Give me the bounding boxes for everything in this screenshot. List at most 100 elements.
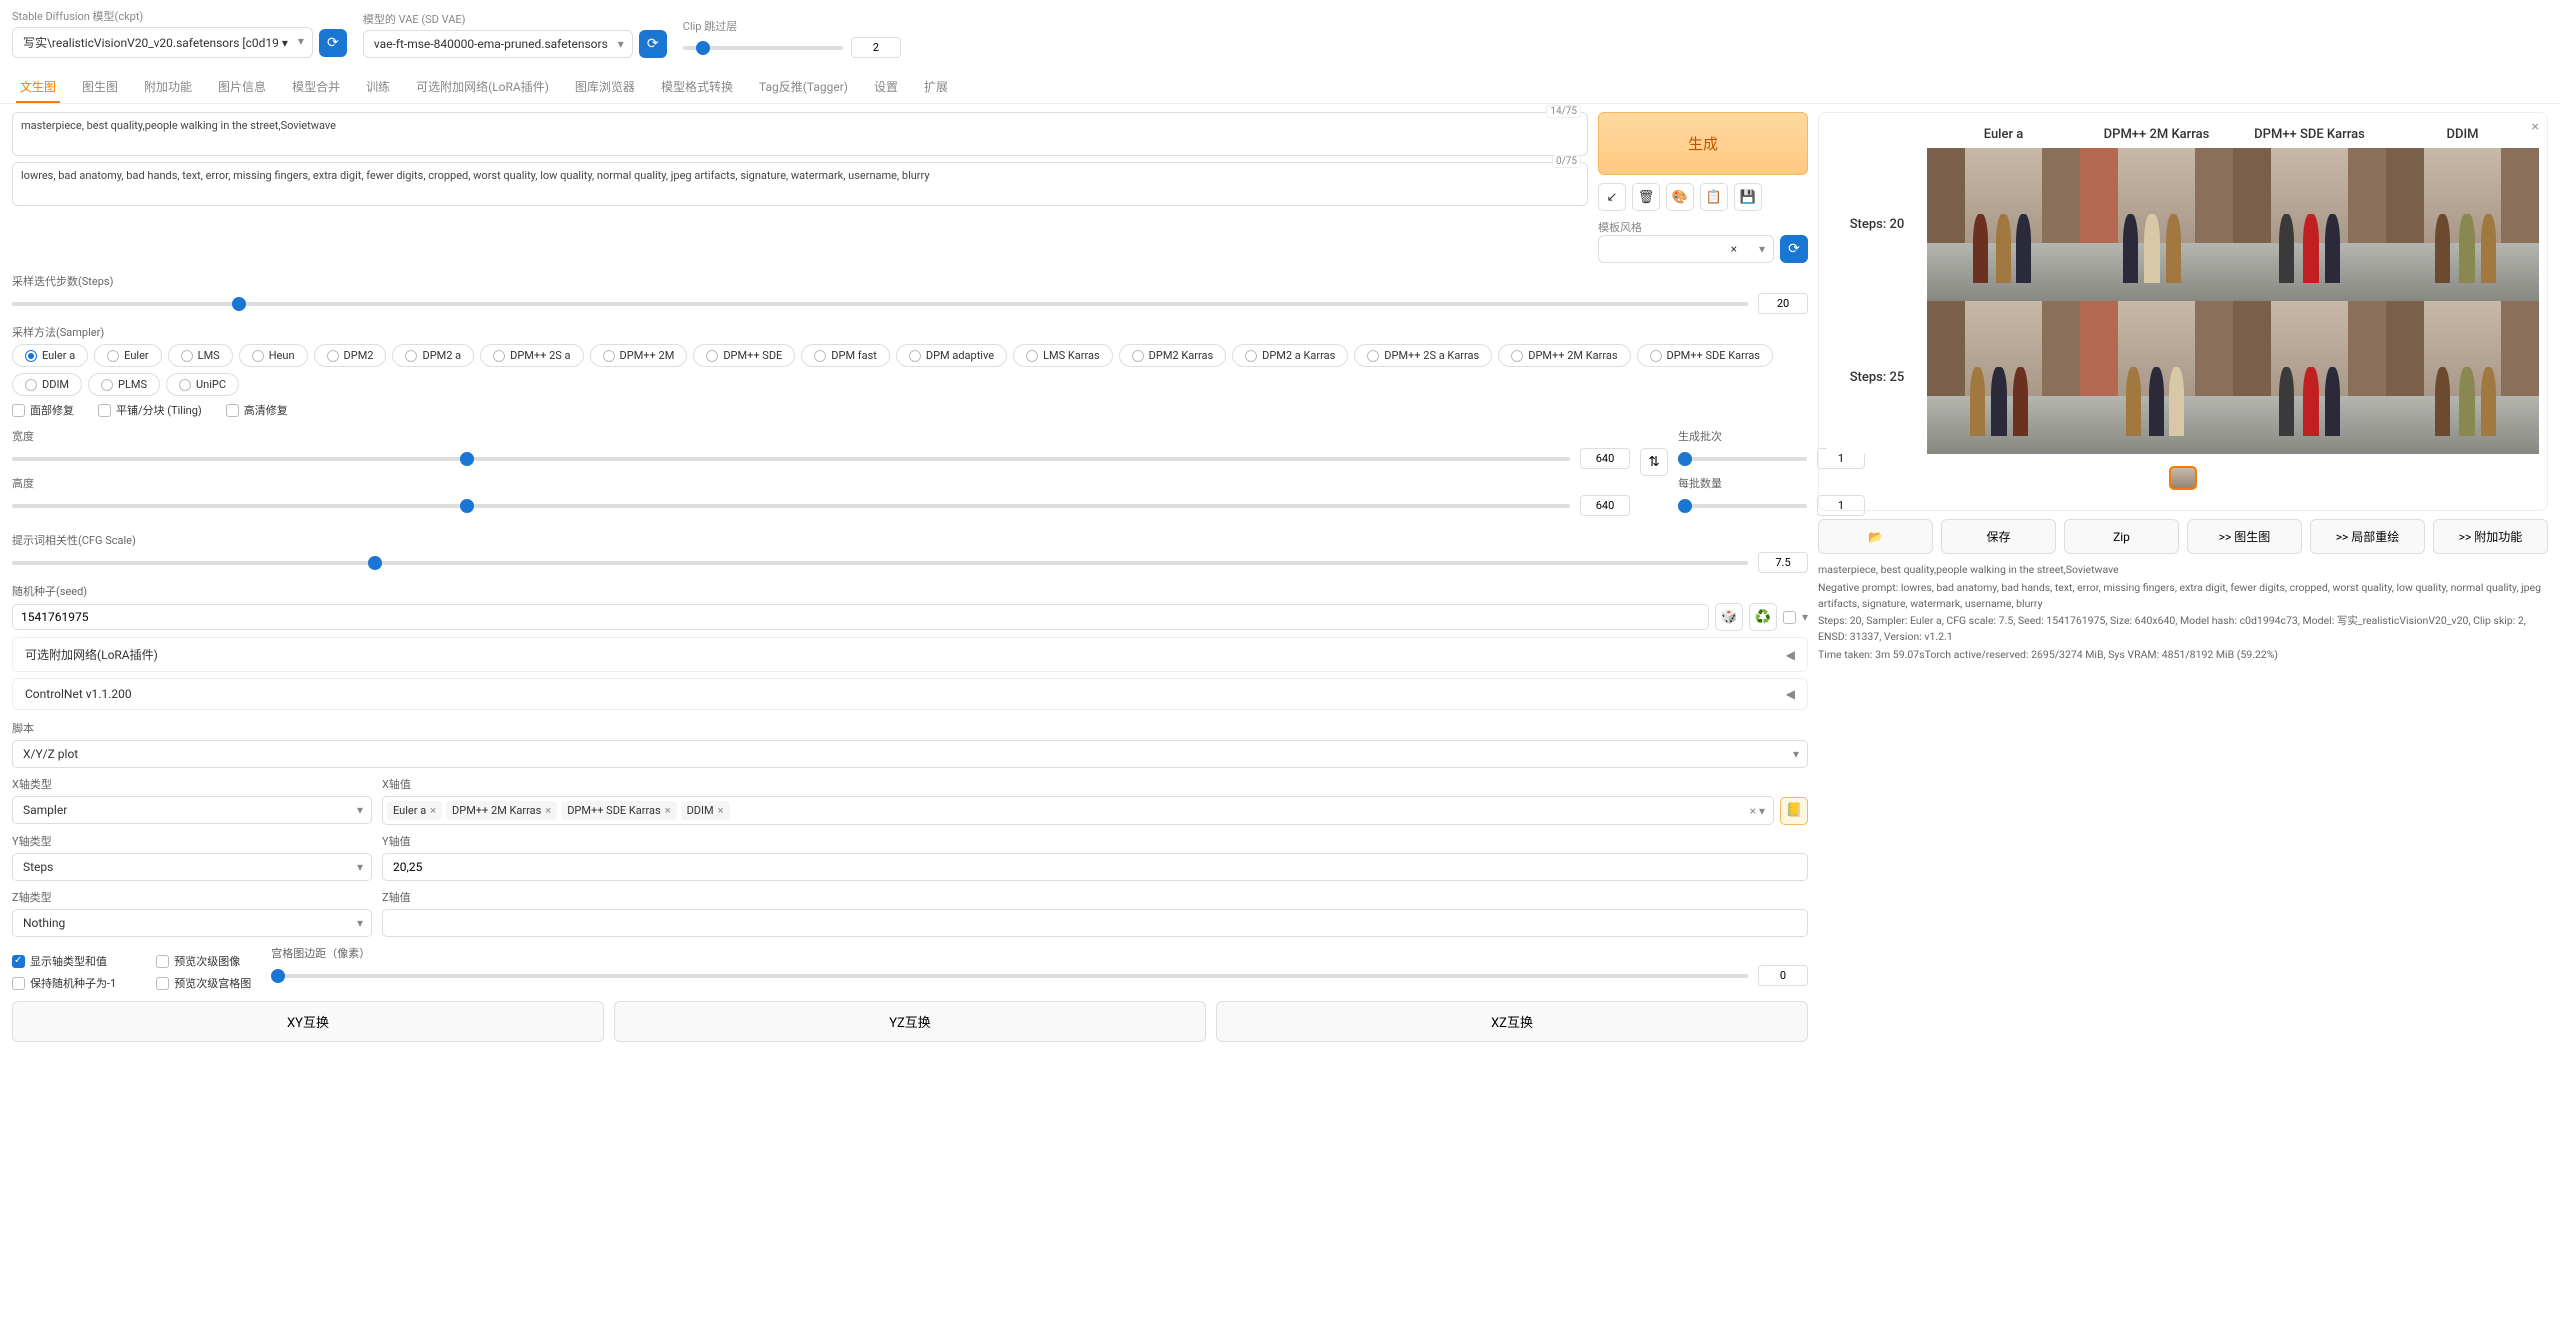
tab-convert[interactable]: 模型格式转换: [657, 72, 737, 103]
show-axes-checkbox[interactable]: [12, 955, 25, 968]
margin-input[interactable]: [1758, 965, 1808, 986]
clip-skip-input[interactable]: [851, 37, 901, 58]
tab-train[interactable]: 训练: [362, 72, 394, 103]
prompt-negative-text[interactable]: lowres, bad anatomy, bad hands, text, er…: [21, 169, 1579, 182]
x-value-tag[interactable]: DPM++ 2M Karras ×: [446, 801, 557, 820]
generated-image[interactable]: [2080, 148, 2233, 301]
script-select[interactable]: X/Y/Z plot: [12, 740, 1808, 768]
seed-input[interactable]: [12, 604, 1709, 630]
output-thumbnail[interactable]: [2169, 466, 2197, 490]
tab-tagger[interactable]: Tag反推(Tagger): [755, 72, 852, 103]
close-icon[interactable]: ×: [2532, 119, 2539, 135]
ckpt-select[interactable]: 写实\realisticVisionV20_v20.safetensors [c…: [12, 27, 313, 58]
swap-dims-button[interactable]: ⇅: [1640, 448, 1668, 476]
z-type-select[interactable]: Nothing: [12, 909, 372, 937]
book-button[interactable]: 📒: [1780, 797, 1808, 825]
generated-image[interactable]: [2233, 301, 2386, 454]
x-value-tag[interactable]: Euler a ×: [387, 801, 442, 820]
sampler-option[interactable]: DPM2: [314, 344, 387, 367]
save-button[interactable]: 保存: [1941, 519, 2056, 554]
vae-select[interactable]: vae-ft-mse-840000-ema-pruned.safetensors: [363, 30, 633, 58]
save-style-icon[interactable]: 💾: [1734, 183, 1762, 211]
generated-image[interactable]: [1927, 148, 2080, 301]
sampler-option[interactable]: DPM++ 2S a: [480, 344, 583, 367]
tab-gallery[interactable]: 图库浏览器: [571, 72, 639, 103]
tab-extras[interactable]: 附加功能: [140, 72, 196, 103]
sampler-option[interactable]: Euler a: [12, 344, 88, 367]
style-refresh-button[interactable]: ⟳: [1780, 235, 1808, 263]
sampler-option[interactable]: DPM adaptive: [896, 344, 1007, 367]
sampler-option[interactable]: LMS: [168, 344, 233, 367]
width-slider[interactable]: [12, 457, 1570, 461]
cfg-slider[interactable]: [12, 561, 1748, 565]
prompt-positive-text[interactable]: masterpiece, best quality,people walking…: [21, 119, 1579, 132]
x-value-tag[interactable]: DDIM ×: [681, 801, 730, 820]
generated-image[interactable]: [2386, 301, 2539, 454]
x-type-select[interactable]: Sampler: [12, 796, 372, 824]
clip-skip-slider[interactable]: [683, 46, 843, 50]
x-val-tags[interactable]: Euler a ×DPM++ 2M Karras ×DPM++ SDE Karr…: [382, 796, 1774, 825]
y-val-input[interactable]: [382, 853, 1808, 881]
steps-input[interactable]: [1758, 293, 1808, 314]
sampler-option[interactable]: DPM++ SDE Karras: [1637, 344, 1774, 367]
batch-count-slider[interactable]: [1678, 457, 1807, 461]
xy-swap-button[interactable]: XY互换: [12, 1001, 604, 1042]
palette-icon[interactable]: 🎨: [1666, 183, 1694, 211]
sampler-option[interactable]: Euler: [94, 344, 161, 367]
tab-merge[interactable]: 模型合并: [288, 72, 344, 103]
generated-image[interactable]: [2080, 301, 2233, 454]
tab-settings[interactable]: 设置: [870, 72, 902, 103]
sampler-option[interactable]: DPM++ 2M: [590, 344, 688, 367]
sampler-option[interactable]: DDIM: [12, 373, 82, 396]
batch-size-slider[interactable]: [1678, 504, 1807, 508]
sampler-option[interactable]: DPM++ 2S a Karras: [1354, 344, 1492, 367]
open-folder-button[interactable]: 📂: [1818, 519, 1933, 554]
face-restore-checkbox[interactable]: [12, 404, 25, 417]
cfg-input[interactable]: [1758, 552, 1808, 573]
yz-swap-button[interactable]: YZ互换: [614, 1001, 1206, 1042]
send-inpaint-button[interactable]: >> 局部重绘: [2310, 519, 2425, 554]
send-img2img-button[interactable]: >> 图生图: [2187, 519, 2302, 554]
style-select[interactable]: ×: [1598, 235, 1774, 263]
generated-image[interactable]: [1927, 301, 2080, 454]
trash-icon[interactable]: 🗑: [1632, 183, 1660, 211]
clipboard-icon[interactable]: 📋: [1700, 183, 1728, 211]
sampler-option[interactable]: PLMS: [88, 373, 160, 396]
vae-refresh-button[interactable]: ⟳: [639, 30, 667, 58]
tab-img2img[interactable]: 图生图: [78, 72, 122, 103]
keep-seed-checkbox[interactable]: [12, 977, 25, 990]
generate-button[interactable]: 生成: [1598, 112, 1808, 175]
steps-slider[interactable]: [12, 302, 1748, 306]
recycle-button[interactable]: ♻️: [1749, 603, 1777, 631]
generated-image[interactable]: [2386, 148, 2539, 301]
sampler-option[interactable]: LMS Karras: [1013, 344, 1113, 367]
tiling-checkbox[interactable]: [98, 404, 111, 417]
ckpt-refresh-button[interactable]: ⟳: [319, 29, 347, 57]
x-value-tag[interactable]: DPM++ SDE Karras ×: [561, 801, 676, 820]
height-input[interactable]: [1580, 495, 1630, 516]
z-val-input[interactable]: [382, 909, 1808, 937]
sampler-option[interactable]: DPM fast: [801, 344, 890, 367]
tab-extensions[interactable]: 扩展: [920, 72, 952, 103]
tab-txt2img[interactable]: 文生图: [16, 72, 60, 103]
sampler-option[interactable]: DPM2 a Karras: [1232, 344, 1348, 367]
sampler-option[interactable]: DPM2 a: [392, 344, 474, 367]
seed-extra-checkbox[interactable]: [1783, 611, 1796, 624]
x-clear-icon[interactable]: × ▾: [1750, 804, 1769, 818]
sampler-option[interactable]: DPM++ 2M Karras: [1498, 344, 1630, 367]
sampler-option[interactable]: DPM++ SDE: [693, 344, 795, 367]
lora-accordion[interactable]: 可选附加网络(LoRA插件)◀: [12, 637, 1808, 672]
include-sub-checkbox[interactable]: [156, 955, 169, 968]
sampler-option[interactable]: Heun: [239, 344, 308, 367]
width-input[interactable]: [1580, 448, 1630, 469]
generated-image[interactable]: [2233, 148, 2386, 301]
controlnet-accordion[interactable]: ControlNet v1.1.200◀: [12, 678, 1808, 710]
zip-button[interactable]: Zip: [2064, 519, 2179, 554]
y-type-select[interactable]: Steps: [12, 853, 372, 881]
sampler-option[interactable]: UniPC: [166, 373, 239, 396]
height-slider[interactable]: [12, 504, 1570, 508]
tab-pnginfo[interactable]: 图片信息: [214, 72, 270, 103]
arrow-icon[interactable]: ↙: [1598, 183, 1626, 211]
include-grid-checkbox[interactable]: [156, 977, 169, 990]
send-extras-button[interactable]: >> 附加功能: [2433, 519, 2548, 554]
